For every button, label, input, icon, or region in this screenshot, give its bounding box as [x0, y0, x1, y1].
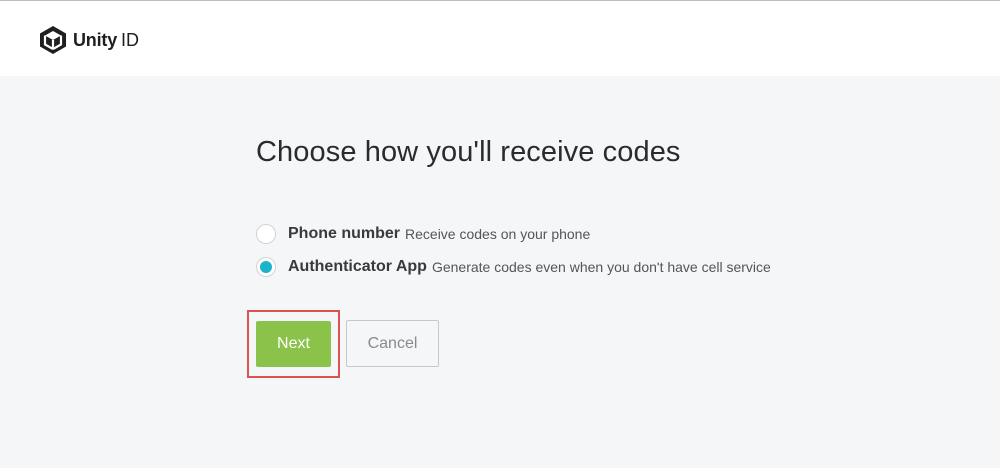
header: Unity ID	[0, 0, 1000, 76]
logo-brand-text: Unity	[73, 29, 118, 50]
option-description: Receive codes on your phone	[405, 226, 591, 242]
radio-selected-dot	[260, 261, 272, 273]
next-button[interactable]: Next	[256, 321, 331, 367]
page-title: Choose how you'll receive codes	[256, 136, 681, 168]
option-label: Authenticator App	[288, 258, 427, 275]
option-description: Generate codes even when you don't have …	[431, 259, 771, 275]
phone-number-radio[interactable]	[256, 224, 276, 244]
option-authenticator-app[interactable]: Authenticator App Generate codes even wh…	[256, 257, 771, 277]
option-phone-number[interactable]: Phone number Receive codes on your phone	[256, 224, 590, 244]
unity-cube-icon	[39, 25, 67, 55]
logo-product-text: ID	[121, 29, 140, 50]
cancel-button[interactable]: Cancel	[346, 320, 439, 367]
unity-id-logo[interactable]: Unity ID	[39, 25, 139, 55]
authenticator-app-radio[interactable]	[256, 257, 276, 277]
option-label: Phone number	[288, 225, 401, 242]
